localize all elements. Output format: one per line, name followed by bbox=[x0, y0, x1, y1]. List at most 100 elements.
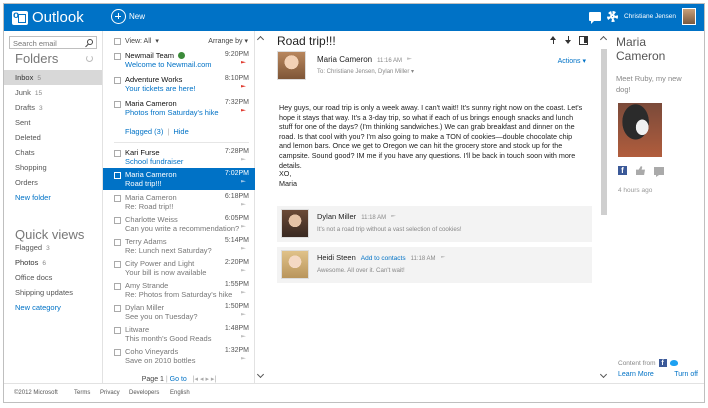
quick-view-photos[interactable]: Photos 6 bbox=[4, 255, 102, 270]
flag-icon[interactable] bbox=[241, 247, 246, 250]
folder-drafts[interactable]: Drafts 3 bbox=[4, 100, 102, 115]
message-row[interactable]: Adventure Works 8:10PM Your tickets are … bbox=[103, 73, 255, 97]
message-checkbox[interactable] bbox=[114, 217, 121, 224]
new-folder-link[interactable]: New folder bbox=[4, 190, 102, 205]
message-row-selected[interactable]: Maria Cameron 7:02PM Road trip!!! bbox=[103, 168, 255, 190]
pop-out-icon[interactable] bbox=[579, 35, 588, 45]
facebook-icon[interactable]: f bbox=[618, 166, 627, 175]
pager-arrows[interactable]: |◂ ◂ ▸ ▸| bbox=[193, 376, 217, 383]
flag-icon[interactable] bbox=[391, 214, 397, 218]
sender-photo[interactable] bbox=[277, 51, 306, 80]
status-photo[interactable] bbox=[618, 103, 662, 157]
message-row[interactable]: Newmail Team 9:20PM Welcome to Newmail.c… bbox=[103, 49, 255, 73]
message-checkbox[interactable] bbox=[114, 305, 121, 312]
flag-icon[interactable] bbox=[440, 255, 446, 259]
message-row[interactable]: Charlotte Weiss 6:05PM Can you write a r… bbox=[103, 213, 255, 235]
flag-icon[interactable] bbox=[407, 57, 413, 60]
flag-icon[interactable] bbox=[241, 357, 246, 360]
message-row[interactable]: Litware 1:48PM This month's Good Reads bbox=[103, 323, 255, 345]
flag-icon[interactable] bbox=[241, 335, 246, 338]
messaging-icon[interactable] bbox=[588, 12, 601, 24]
message-checkbox[interactable] bbox=[114, 261, 121, 268]
folder-chats[interactable]: Chats bbox=[4, 145, 102, 160]
flag-icon[interactable] bbox=[241, 291, 246, 294]
user-avatar[interactable] bbox=[682, 8, 696, 25]
hide-flagged-link[interactable]: Hide bbox=[173, 127, 188, 136]
user-name[interactable]: Christiane Jensen bbox=[624, 13, 676, 20]
folder-orders[interactable]: Orders bbox=[4, 175, 102, 190]
flag-icon[interactable] bbox=[241, 225, 246, 228]
flag-icon[interactable] bbox=[241, 269, 246, 272]
search-icon[interactable] bbox=[87, 39, 93, 45]
flag-icon[interactable] bbox=[241, 85, 246, 88]
reply-sender-name[interactable]: Heidi Steen bbox=[317, 253, 356, 262]
like-icon[interactable] bbox=[636, 166, 645, 175]
chevron-down-icon[interactable] bbox=[256, 370, 265, 379]
next-message-icon[interactable] bbox=[564, 35, 573, 45]
new-category-link[interactable]: New category bbox=[4, 300, 102, 315]
gear-icon[interactable] bbox=[606, 11, 618, 22]
chevron-down-icon[interactable] bbox=[599, 370, 608, 379]
conversation-reply[interactable]: Heidi Steen Add to contacts 11:18 AM Aweso… bbox=[277, 247, 592, 283]
message-checkbox[interactable] bbox=[114, 150, 121, 157]
message-row[interactable]: Maria Cameron 6:18PM Re: Road trip!! bbox=[103, 191, 255, 213]
sender-name[interactable]: Maria Cameron bbox=[317, 55, 372, 64]
message-row[interactable]: Coho Vineyards 1:32PM Save on 2010 bottl… bbox=[103, 345, 255, 367]
reply-sender-name[interactable]: Dylan Miller bbox=[317, 212, 356, 221]
reading-scrollbar-left[interactable] bbox=[255, 31, 267, 383]
folder-junk[interactable]: Junk 15 bbox=[4, 85, 102, 100]
message-checkbox[interactable] bbox=[114, 239, 121, 246]
contact-name[interactable]: Maria Cameron bbox=[616, 35, 696, 63]
folder-shopping[interactable]: Shopping bbox=[4, 160, 102, 175]
message-checkbox[interactable] bbox=[114, 172, 121, 179]
flag-icon[interactable] bbox=[241, 109, 246, 112]
go-to-link[interactable]: Go to bbox=[170, 376, 187, 383]
message-row[interactable]: Amy Strande 1:55PM Re: Photos from Satur… bbox=[103, 279, 255, 301]
flag-icon[interactable] bbox=[241, 158, 246, 161]
chevron-up-icon[interactable] bbox=[599, 35, 608, 44]
quick-view-flagged[interactable]: Flagged 3 bbox=[4, 240, 102, 255]
folder-inbox[interactable]: Inbox 5 bbox=[4, 70, 102, 85]
conversation-reply[interactable]: Dylan Miller 11:18 AM It's not a road tri… bbox=[277, 206, 592, 242]
quick-view-shipping-updates[interactable]: Shipping updates bbox=[4, 285, 102, 300]
message-checkbox[interactable] bbox=[114, 349, 121, 356]
flag-icon[interactable] bbox=[241, 61, 246, 64]
new-message-button[interactable]: New bbox=[111, 9, 145, 24]
message-row[interactable]: Dylan Miller 1:50PM See you on Tuesday? bbox=[103, 301, 255, 323]
select-all-checkbox[interactable] bbox=[114, 37, 121, 45]
comment-icon[interactable] bbox=[654, 166, 664, 177]
refresh-icon[interactable] bbox=[86, 55, 93, 62]
actions-menu[interactable]: Actions ▾ bbox=[558, 57, 586, 65]
message-checkbox[interactable] bbox=[114, 77, 121, 84]
message-row[interactable]: Terry Adams 5:14PM Re: Lunch next Saturd… bbox=[103, 235, 255, 257]
flagged-count-link[interactable]: Flagged (3) bbox=[125, 127, 163, 136]
folder-deleted[interactable]: Deleted bbox=[4, 130, 102, 145]
recipients-line[interactable]: To: Christiane Jensen, Dylan Miller ▾ bbox=[317, 68, 414, 75]
footer-link-language[interactable]: English bbox=[170, 390, 190, 396]
message-checkbox[interactable] bbox=[114, 53, 121, 60]
reading-scrollbar[interactable] bbox=[598, 31, 610, 383]
chevron-up-icon[interactable] bbox=[256, 35, 265, 44]
add-to-contacts-link[interactable]: Add to contacts bbox=[361, 255, 406, 262]
quick-view-office-docs[interactable]: Office docs bbox=[4, 270, 102, 285]
flag-icon[interactable] bbox=[241, 180, 246, 183]
message-checkbox[interactable] bbox=[114, 283, 121, 290]
flag-icon[interactable] bbox=[241, 203, 246, 206]
reply-sender-photo[interactable] bbox=[281, 209, 309, 238]
learn-more-link[interactable]: Learn More bbox=[618, 371, 654, 378]
footer-link-terms[interactable]: Terms bbox=[74, 390, 90, 396]
footer-link-privacy[interactable]: Privacy bbox=[100, 390, 120, 396]
message-checkbox[interactable] bbox=[114, 327, 121, 334]
flag-icon[interactable] bbox=[241, 313, 246, 316]
scrollbar-thumb[interactable] bbox=[601, 49, 607, 215]
message-checkbox[interactable] bbox=[114, 101, 121, 108]
footer-link-developers[interactable]: Developers bbox=[129, 390, 159, 396]
turn-off-link[interactable]: Turn off bbox=[674, 371, 698, 378]
reply-sender-photo[interactable] bbox=[281, 250, 309, 279]
message-checkbox[interactable] bbox=[114, 195, 121, 202]
view-filter[interactable]: View: All ▾ bbox=[114, 37, 159, 45]
message-row[interactable]: City Power and Light 2:20PM Your bill is… bbox=[103, 257, 255, 279]
folder-sent[interactable]: Sent bbox=[4, 115, 102, 130]
previous-message-icon[interactable] bbox=[549, 35, 558, 45]
search-email-input[interactable]: Search email bbox=[9, 36, 97, 49]
